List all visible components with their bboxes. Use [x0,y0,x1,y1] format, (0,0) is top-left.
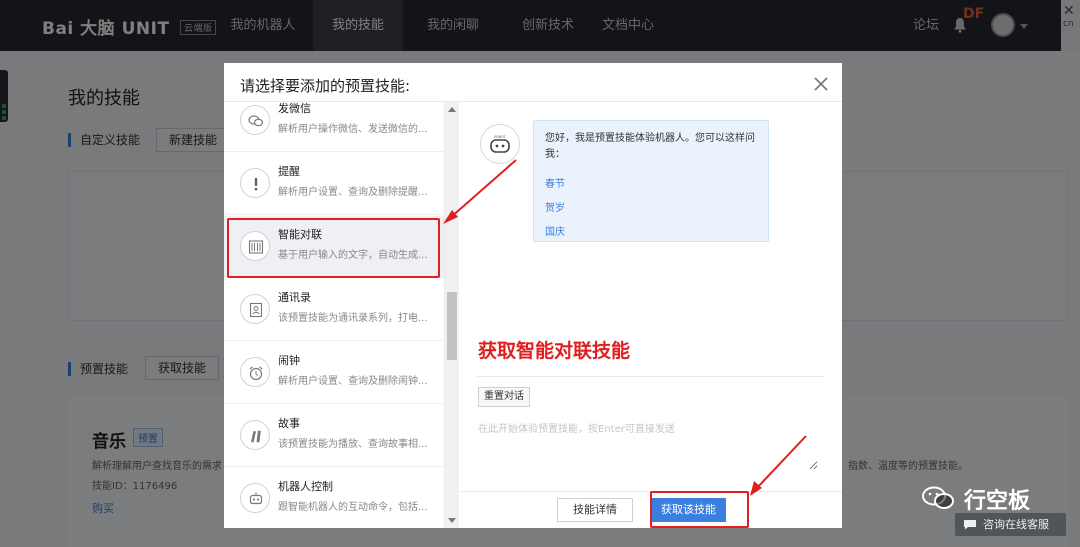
skill-list-scrollbar[interactable] [445,102,459,528]
suggestion-link[interactable]: 国庆 [545,223,757,238]
online-support-button[interactable]: 咨询在线客服 [955,513,1066,536]
skill-item-reminder[interactable]: 提醒 解析用户设置、查询及删除提醒... [224,153,444,215]
wechat-icon [240,105,270,135]
highlight-box-get-button [650,491,749,528]
skill-item-story[interactable]: 故事 该预置技能为播放、查询故事相... [224,405,444,467]
robot-icon [240,483,270,513]
modal-title: 请选择要添加的预置技能: [240,77,411,95]
skill-name: 闹钟 [278,354,300,367]
skill-desc: 解析用户设置、查询及删除闹钟... [278,376,428,387]
skill-name: 故事 [278,417,300,430]
robot-avatar-icon: ROBOT [480,124,520,164]
close-icon[interactable] [814,77,828,91]
highlight-box-couplet [227,218,440,278]
skill-desc: 跟智能机器人的互动命令，包括... [278,502,428,513]
skill-name: 机器人控制 [278,480,333,493]
skill-item-alarm[interactable]: 闹钟 解析用户设置、查询及删除闹钟... [224,342,444,404]
skill-name: 发微信 [278,102,311,115]
chat-bubble-icon [964,520,976,530]
skill-desc: 该预置技能为播放、查询故事相... [278,439,428,450]
skill-desc: 解析用户操作微信、发送微信的... [278,124,428,135]
skill-name: 提醒 [278,165,300,178]
scroll-up-icon[interactable] [448,107,456,112]
online-support-label: 咨询在线客服 [983,518,1049,531]
exclamation-icon [240,168,270,198]
suggestion-link[interactable]: 春节 [545,175,757,190]
suggestion-link[interactable]: 贺岁 [545,199,757,214]
skill-item-wechat[interactable]: 发微信 解析用户操作微信、发送微信的... [224,102,444,152]
skill-desc: 该预置技能为通讯录系列，打电... [278,313,428,324]
contacts-icon [240,294,270,324]
wechat-logo-icon [922,486,954,509]
chat-divider [477,376,825,377]
skill-desc: 解析用户设置、查询及删除提醒... [278,187,428,198]
bot-message-text: 您好，我是预置技能体验机器人。您可以这样问我： [545,133,755,160]
skill-name: 通讯录 [278,291,311,304]
reset-dialog-button[interactable]: 重置对话 [478,387,530,407]
alarm-clock-icon [240,357,270,387]
skill-item-robot-control[interactable]: 机器人控制 跟智能机器人的互动命令，包括... [224,468,444,528]
bot-message-bubble: 您好，我是预置技能体验机器人。您可以这样问我： 春节 贺岁 国庆 [533,120,769,242]
robot-label: ROBOT [494,135,505,139]
book-icon [240,420,270,450]
watermark-brand: 行空板 [964,489,1031,514]
preset-skill-list: 发微信 解析用户操作微信、发送微信的... 提醒 解析用户设置、查询及删除提醒.… [224,102,445,528]
add-preset-skill-modal: 请选择要添加的预置技能: 发微信 解析用户操作微信、发送微信的... 提醒 解析… [224,63,842,528]
skill-details-button[interactable]: 技能详情 [557,498,633,522]
chat-input[interactable] [478,420,818,470]
annotation-text: 获取智能对联技能 [478,340,631,362]
scroll-thumb[interactable] [447,292,457,360]
skill-item-contacts[interactable]: 通讯录 该预置技能为通讯录系列，打电... [224,279,444,341]
scroll-down-icon[interactable] [448,518,456,523]
skill-trial-chat: ROBOT 您好，我是预置技能体验机器人。您可以这样问我： 春节 贺岁 国庆 获… [460,102,842,528]
